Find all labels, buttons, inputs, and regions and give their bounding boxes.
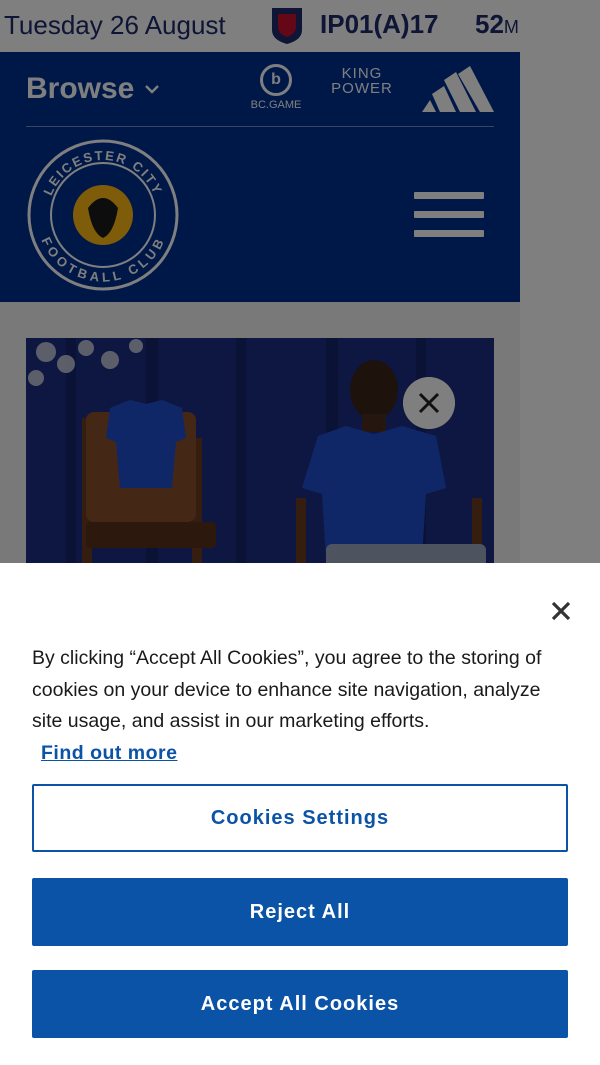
reject-all-label: Reject All (249, 900, 351, 923)
accept-all-cookies-button[interactable]: Accept All Cookies (32, 970, 568, 1038)
find-out-more-link[interactable]: Find out more (41, 738, 178, 770)
accept-all-label: Accept All Cookies (200, 992, 400, 1015)
cookie-message: By clicking “Accept All Cookies”, you ag… (32, 643, 572, 769)
cookie-message-text: By clicking “Accept All Cookies”, you ag… (32, 647, 542, 732)
cookie-consent-banner: By clicking “Accept All Cookies”, you ag… (0, 563, 600, 1065)
close-icon[interactable] (546, 596, 576, 626)
reject-all-button[interactable]: Reject All (32, 878, 568, 946)
cookies-settings-button[interactable]: Cookies Settings (32, 784, 568, 852)
cookies-settings-label: Cookies Settings (210, 806, 390, 829)
